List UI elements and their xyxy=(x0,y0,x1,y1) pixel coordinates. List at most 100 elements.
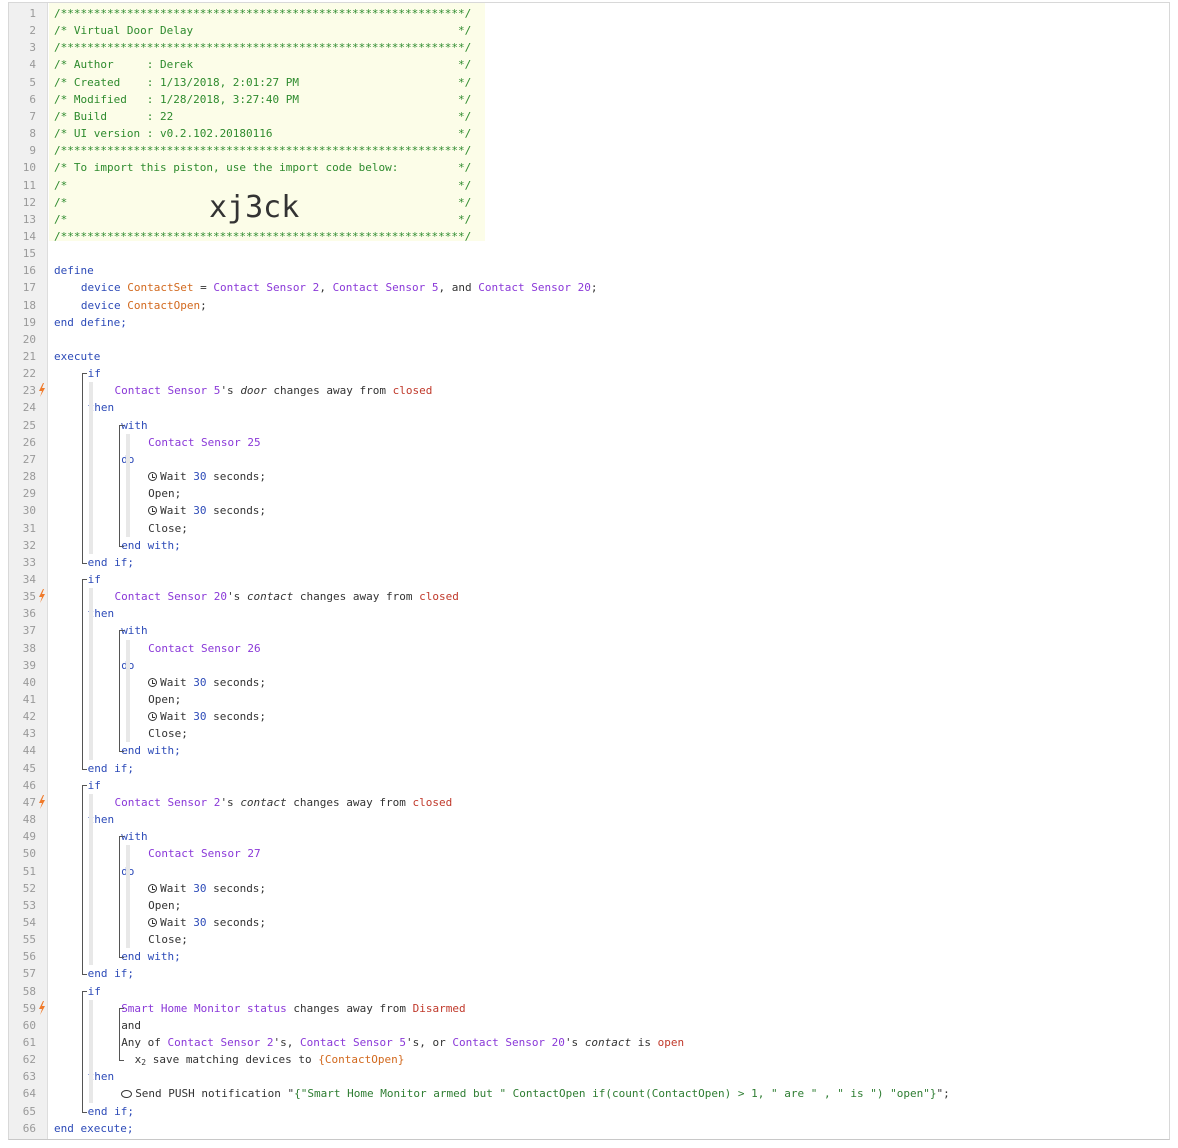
code-token: is xyxy=(631,1036,658,1049)
code-text: end if; xyxy=(88,965,134,982)
code-token: if xyxy=(87,984,101,998)
code-line: 37 with xyxy=(9,622,1169,639)
code-line: 50 Contact Sensor 27 xyxy=(9,845,1169,862)
code-token: end if; xyxy=(87,555,134,569)
trigger-bolt-icon xyxy=(39,383,45,398)
code-token: /* To import this piston, use the import… xyxy=(54,161,472,175)
code-token: save matching devices to xyxy=(146,1053,319,1067)
code-token: 30 xyxy=(193,915,207,929)
code-line: 10 /* To import this piston, use the impo… xyxy=(9,159,1169,176)
code-text: end if; xyxy=(88,760,134,777)
code-line: 36 then xyxy=(9,605,1169,622)
code-text: Contact Sensor 20's contact changes away… xyxy=(114,588,458,605)
code-token: Contact Sensor 5 xyxy=(332,281,439,295)
code-line: 16 define xyxy=(9,262,1169,279)
block-bar xyxy=(126,845,130,949)
code-text: /***************************************… xyxy=(54,228,471,245)
line-number: 60 xyxy=(22,1018,36,1032)
code-line: 23 Contact Sensor 5's door changes away f… xyxy=(9,382,1169,399)
line-number: 3 xyxy=(29,41,36,55)
line-number: 56 xyxy=(22,950,36,964)
code-token: /***************************************… xyxy=(54,144,472,158)
line-number: 33 xyxy=(22,555,36,569)
code-token: Wait xyxy=(160,675,194,689)
code-token: 30 xyxy=(193,675,207,689)
code-line: 53 Open; xyxy=(9,897,1169,914)
code-token: /* Modified : 1/28/2018, 3:27:40 PM */ xyxy=(54,92,472,106)
code-token: /* Virtual Door Delay */ xyxy=(54,24,472,38)
code-text: /***************************************… xyxy=(54,142,471,159)
trigger-bolt-icon xyxy=(39,589,45,604)
line-number: 51 xyxy=(22,864,36,878)
line-number: 27 xyxy=(22,452,36,466)
clock-icon xyxy=(148,472,158,482)
code-line: 40 Wait 30 seconds; xyxy=(9,674,1169,691)
code-text: Close; xyxy=(148,520,188,537)
clock-icon xyxy=(148,917,158,927)
code-text: /* Modified : 1/28/2018, 3:27:40 PM */ xyxy=(54,91,471,108)
code-line: 29 Open; xyxy=(9,485,1169,502)
code-line: 18 device ContactOpen; xyxy=(9,297,1169,314)
code-line: 25 with xyxy=(9,417,1169,434)
code-text: end with; xyxy=(121,742,181,759)
code-text: end with; xyxy=(121,948,181,965)
line-number: 29 xyxy=(22,487,36,501)
line-number: 65 xyxy=(22,1104,36,1118)
line-number: 16 xyxy=(22,264,36,278)
line-number: 43 xyxy=(22,727,36,741)
code-line: 7 /* Build : 22 */ xyxy=(9,108,1169,125)
code-line: 24 then xyxy=(9,399,1169,416)
code-line: 17 device ContactSet = Contact Sensor 2, … xyxy=(9,279,1169,296)
code-token: Wait xyxy=(160,881,194,895)
code-text: define xyxy=(54,262,94,279)
code-text: Close; xyxy=(148,725,188,742)
code-text: if xyxy=(88,777,101,794)
line-number: 36 xyxy=(22,607,36,621)
code-token: end if; xyxy=(87,1104,134,1118)
code-token: closed xyxy=(412,795,453,809)
code-token: /* Author : Derek */ xyxy=(54,58,472,72)
clock-icon xyxy=(148,883,158,893)
code-token: with xyxy=(121,624,148,638)
code-line: 15 xyxy=(9,245,1169,262)
code-token: seconds; xyxy=(206,881,267,895)
code-token: and xyxy=(121,1018,142,1032)
code-text: and xyxy=(121,1017,141,1034)
line-number: 14 xyxy=(22,229,36,243)
code-line: 27do xyxy=(9,451,1169,468)
code-token: end define; xyxy=(54,315,127,329)
code-line: 1 /**************************************… xyxy=(9,5,1169,22)
code-text: Close; xyxy=(148,931,188,948)
line-number: 66 xyxy=(22,1121,36,1135)
line-number: 20 xyxy=(22,332,36,346)
code-token: Wait xyxy=(160,470,194,484)
code-token: "; xyxy=(936,1087,950,1101)
line-number: 59 xyxy=(22,1001,36,1015)
line-number: 7 xyxy=(29,109,36,123)
line-number: 34 xyxy=(22,572,36,586)
code-token: {ContactOpen} xyxy=(318,1053,405,1067)
code-token: seconds; xyxy=(206,915,267,929)
code-token: seconds; xyxy=(206,675,267,689)
code-line: 5 /* Created : 1/13/2018, 2:01:27 PM */ xyxy=(9,74,1169,91)
code-token: door xyxy=(240,384,267,398)
code-token: end if; xyxy=(87,761,134,775)
line-number: 41 xyxy=(22,693,36,706)
code-line: 30 Wait 30 seconds; xyxy=(9,502,1169,519)
code-line: 12/* */ xyxy=(9,194,1169,211)
code-text: end if; xyxy=(88,1103,134,1120)
code-text: Contact Sensor 26 xyxy=(148,640,261,657)
code-token: /***************************************… xyxy=(54,7,472,20)
line-number: 48 xyxy=(22,813,36,827)
block-bar xyxy=(89,793,93,966)
line-number: 50 xyxy=(22,847,36,861)
code-token: closed xyxy=(392,384,433,398)
code-token: Contact Sensor 2 xyxy=(167,1036,274,1049)
code-token: changes away from xyxy=(293,590,420,604)
line-number: 53 xyxy=(22,898,36,912)
code-line: 20 xyxy=(9,331,1169,348)
line-number: 35 xyxy=(22,590,36,604)
code-token: ContactSet xyxy=(127,281,194,295)
code-line: 46 if xyxy=(9,777,1169,794)
code-line: 14 /*************************************… xyxy=(9,228,1169,245)
